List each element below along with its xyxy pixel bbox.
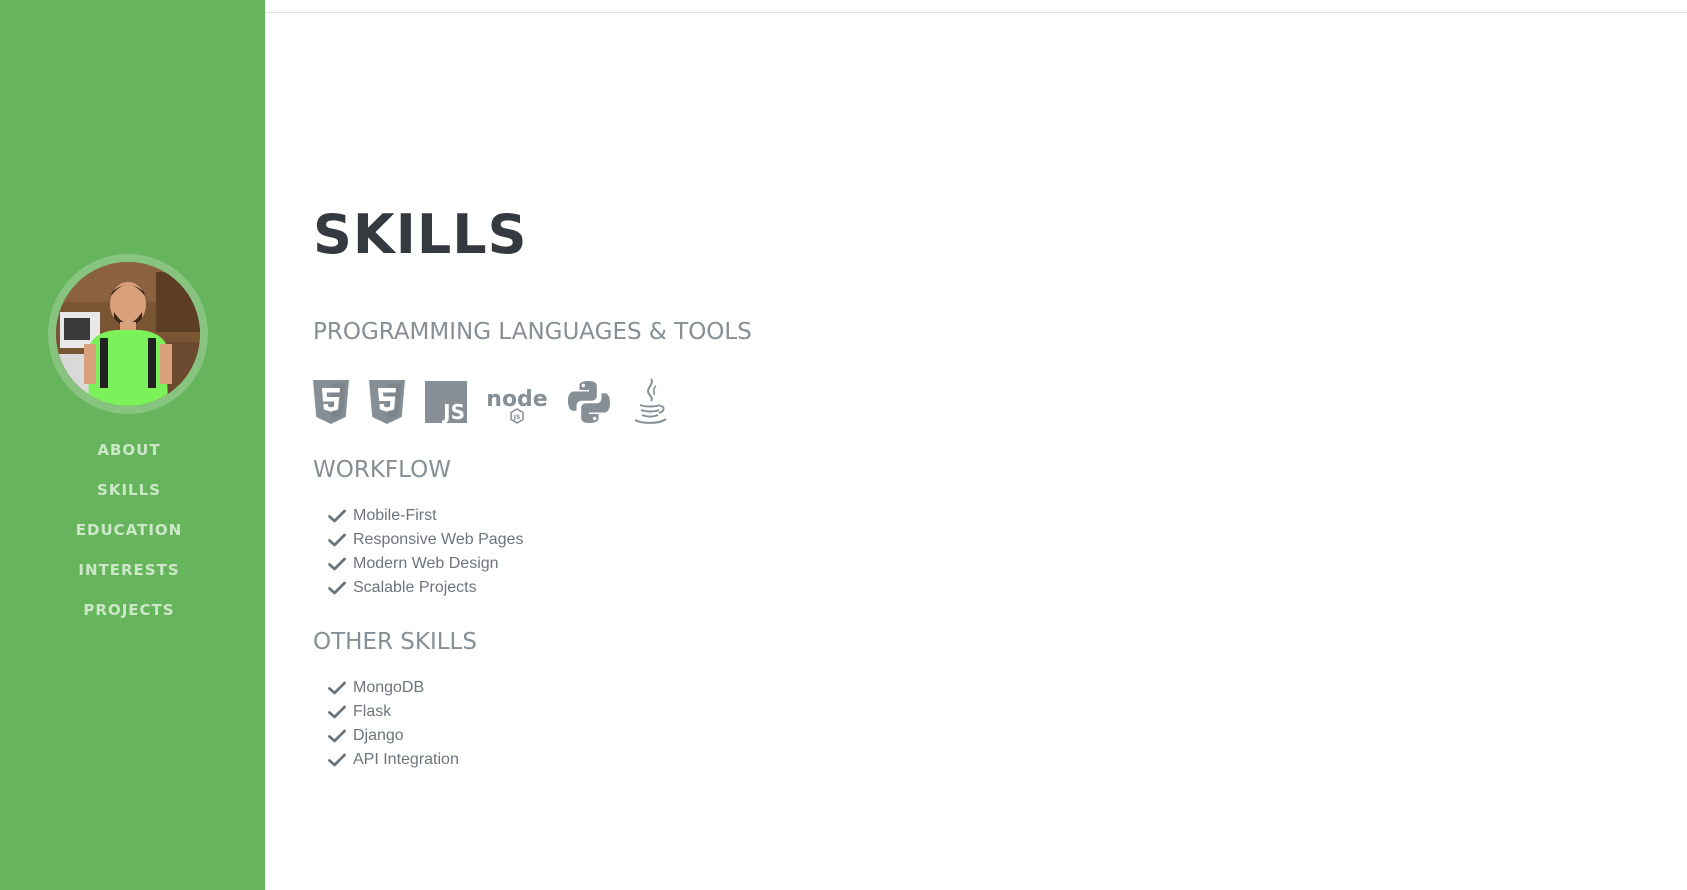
nav-item-skills: SKILLS — [0, 472, 258, 512]
list-item: Responsive Web Pages — [313, 528, 523, 552]
nav-item-about: ABOUT — [0, 432, 258, 472]
html5-icon — [313, 379, 349, 429]
profile-avatar-frame — [48, 254, 208, 414]
check-icon — [328, 533, 346, 547]
nav-item-interests: INTERESTS — [0, 552, 258, 592]
svg-text:JS: JS — [513, 414, 521, 421]
page-title: SKILLS — [313, 203, 528, 266]
list-item: API Integration — [313, 748, 459, 772]
javascript-icon-text: JS — [441, 400, 465, 423]
nav-link-projects[interactable]: PROJECTS — [83, 592, 174, 628]
workflow-item-text: Responsive Web Pages — [353, 531, 524, 548]
nav-link-about[interactable]: ABOUT — [97, 432, 160, 468]
list-item: MongoDB — [313, 676, 459, 700]
nav-link-education[interactable]: EDUCATION — [76, 512, 182, 548]
list-item: Modern Web Design — [313, 552, 523, 576]
java-icon — [631, 377, 669, 431]
sidebar-nav: ABOUT SKILLS EDUCATION INTERESTS PROJECT… — [0, 432, 258, 632]
css3-icon — [369, 379, 405, 429]
other-skills-list: MongoDB Flask Django API Integration — [313, 676, 459, 772]
check-icon — [328, 705, 346, 719]
other-skill-text: Flask — [353, 703, 392, 720]
check-icon — [328, 729, 346, 743]
other-skill-text: API Integration — [353, 751, 459, 768]
workflow-item-text: Modern Web Design — [353, 555, 499, 572]
profile-photo — [56, 262, 200, 406]
javascript-icon: JS — [425, 380, 467, 428]
check-icon — [328, 581, 346, 595]
python-icon — [567, 380, 611, 429]
nav-link-skills[interactable]: SKILLS — [97, 472, 161, 508]
tool-icons-list: JS node JS — [313, 377, 689, 431]
workflow-list: Mobile-First Responsive Web Pages Modern… — [313, 504, 523, 600]
nav-link-interests[interactable]: INTERESTS — [78, 552, 179, 588]
list-item: Django — [313, 724, 459, 748]
top-divider — [265, 12, 1687, 13]
profile-avatar — [56, 262, 200, 406]
check-icon — [328, 753, 346, 767]
workflow-heading: WORKFLOW — [313, 457, 451, 483]
check-icon — [328, 681, 346, 695]
other-skills-heading: OTHER SKILLS — [313, 629, 477, 655]
workflow-item-text: Mobile-First — [353, 507, 437, 524]
other-skill-text: MongoDB — [353, 679, 425, 696]
check-icon — [328, 509, 346, 523]
languages-heading: PROGRAMMING LANGUAGES & TOOLS — [313, 319, 752, 345]
workflow-item-text: Scalable Projects — [353, 579, 477, 596]
list-item: Scalable Projects — [313, 576, 523, 600]
other-skill-text: Django — [353, 727, 404, 744]
nav-item-projects: PROJECTS — [0, 592, 258, 632]
nodejs-icon: node JS — [486, 380, 548, 429]
check-icon — [328, 557, 346, 571]
list-item: Mobile-First — [313, 504, 523, 528]
list-item: Flask — [313, 700, 459, 724]
nav-item-education: EDUCATION — [0, 512, 258, 552]
sidebar: ABOUT SKILLS EDUCATION INTERESTS PROJECT… — [0, 0, 265, 890]
